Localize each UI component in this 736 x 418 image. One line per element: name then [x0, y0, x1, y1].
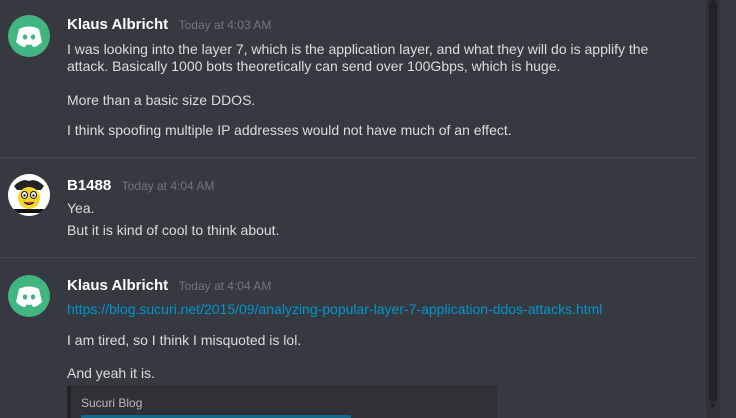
message-link[interactable]: https://blog.sucuri.net/2015/09/analyzin…: [67, 300, 602, 318]
message-group: Klaus Albricht Today at 4:04 AM https://…: [0, 0, 706, 418]
discord-logo-icon: [16, 286, 42, 307]
chat-messages[interactable]: Klaus Albricht Today at 4:03 AM I was lo…: [0, 0, 706, 418]
message-text: I am tired, so I think I misquoted is lo…: [67, 332, 302, 348]
embed-provider[interactable]: Sucuri Blog: [81, 396, 142, 410]
message-text: And yeah it is.: [67, 365, 155, 381]
scroll-down-arrow-icon[interactable]: ▼: [706, 400, 720, 414]
timestamp: Today at 4:04 AM: [178, 279, 272, 293]
link-embed: Sucuri Blog: [67, 385, 497, 418]
message-header: Klaus Albricht Today at 4:04 AM: [67, 277, 271, 295]
avatar[interactable]: [8, 275, 50, 317]
scrollbar-thumb[interactable]: [709, 0, 717, 402]
right-pane: [720, 0, 736, 418]
username[interactable]: Klaus Albricht: [67, 277, 168, 294]
